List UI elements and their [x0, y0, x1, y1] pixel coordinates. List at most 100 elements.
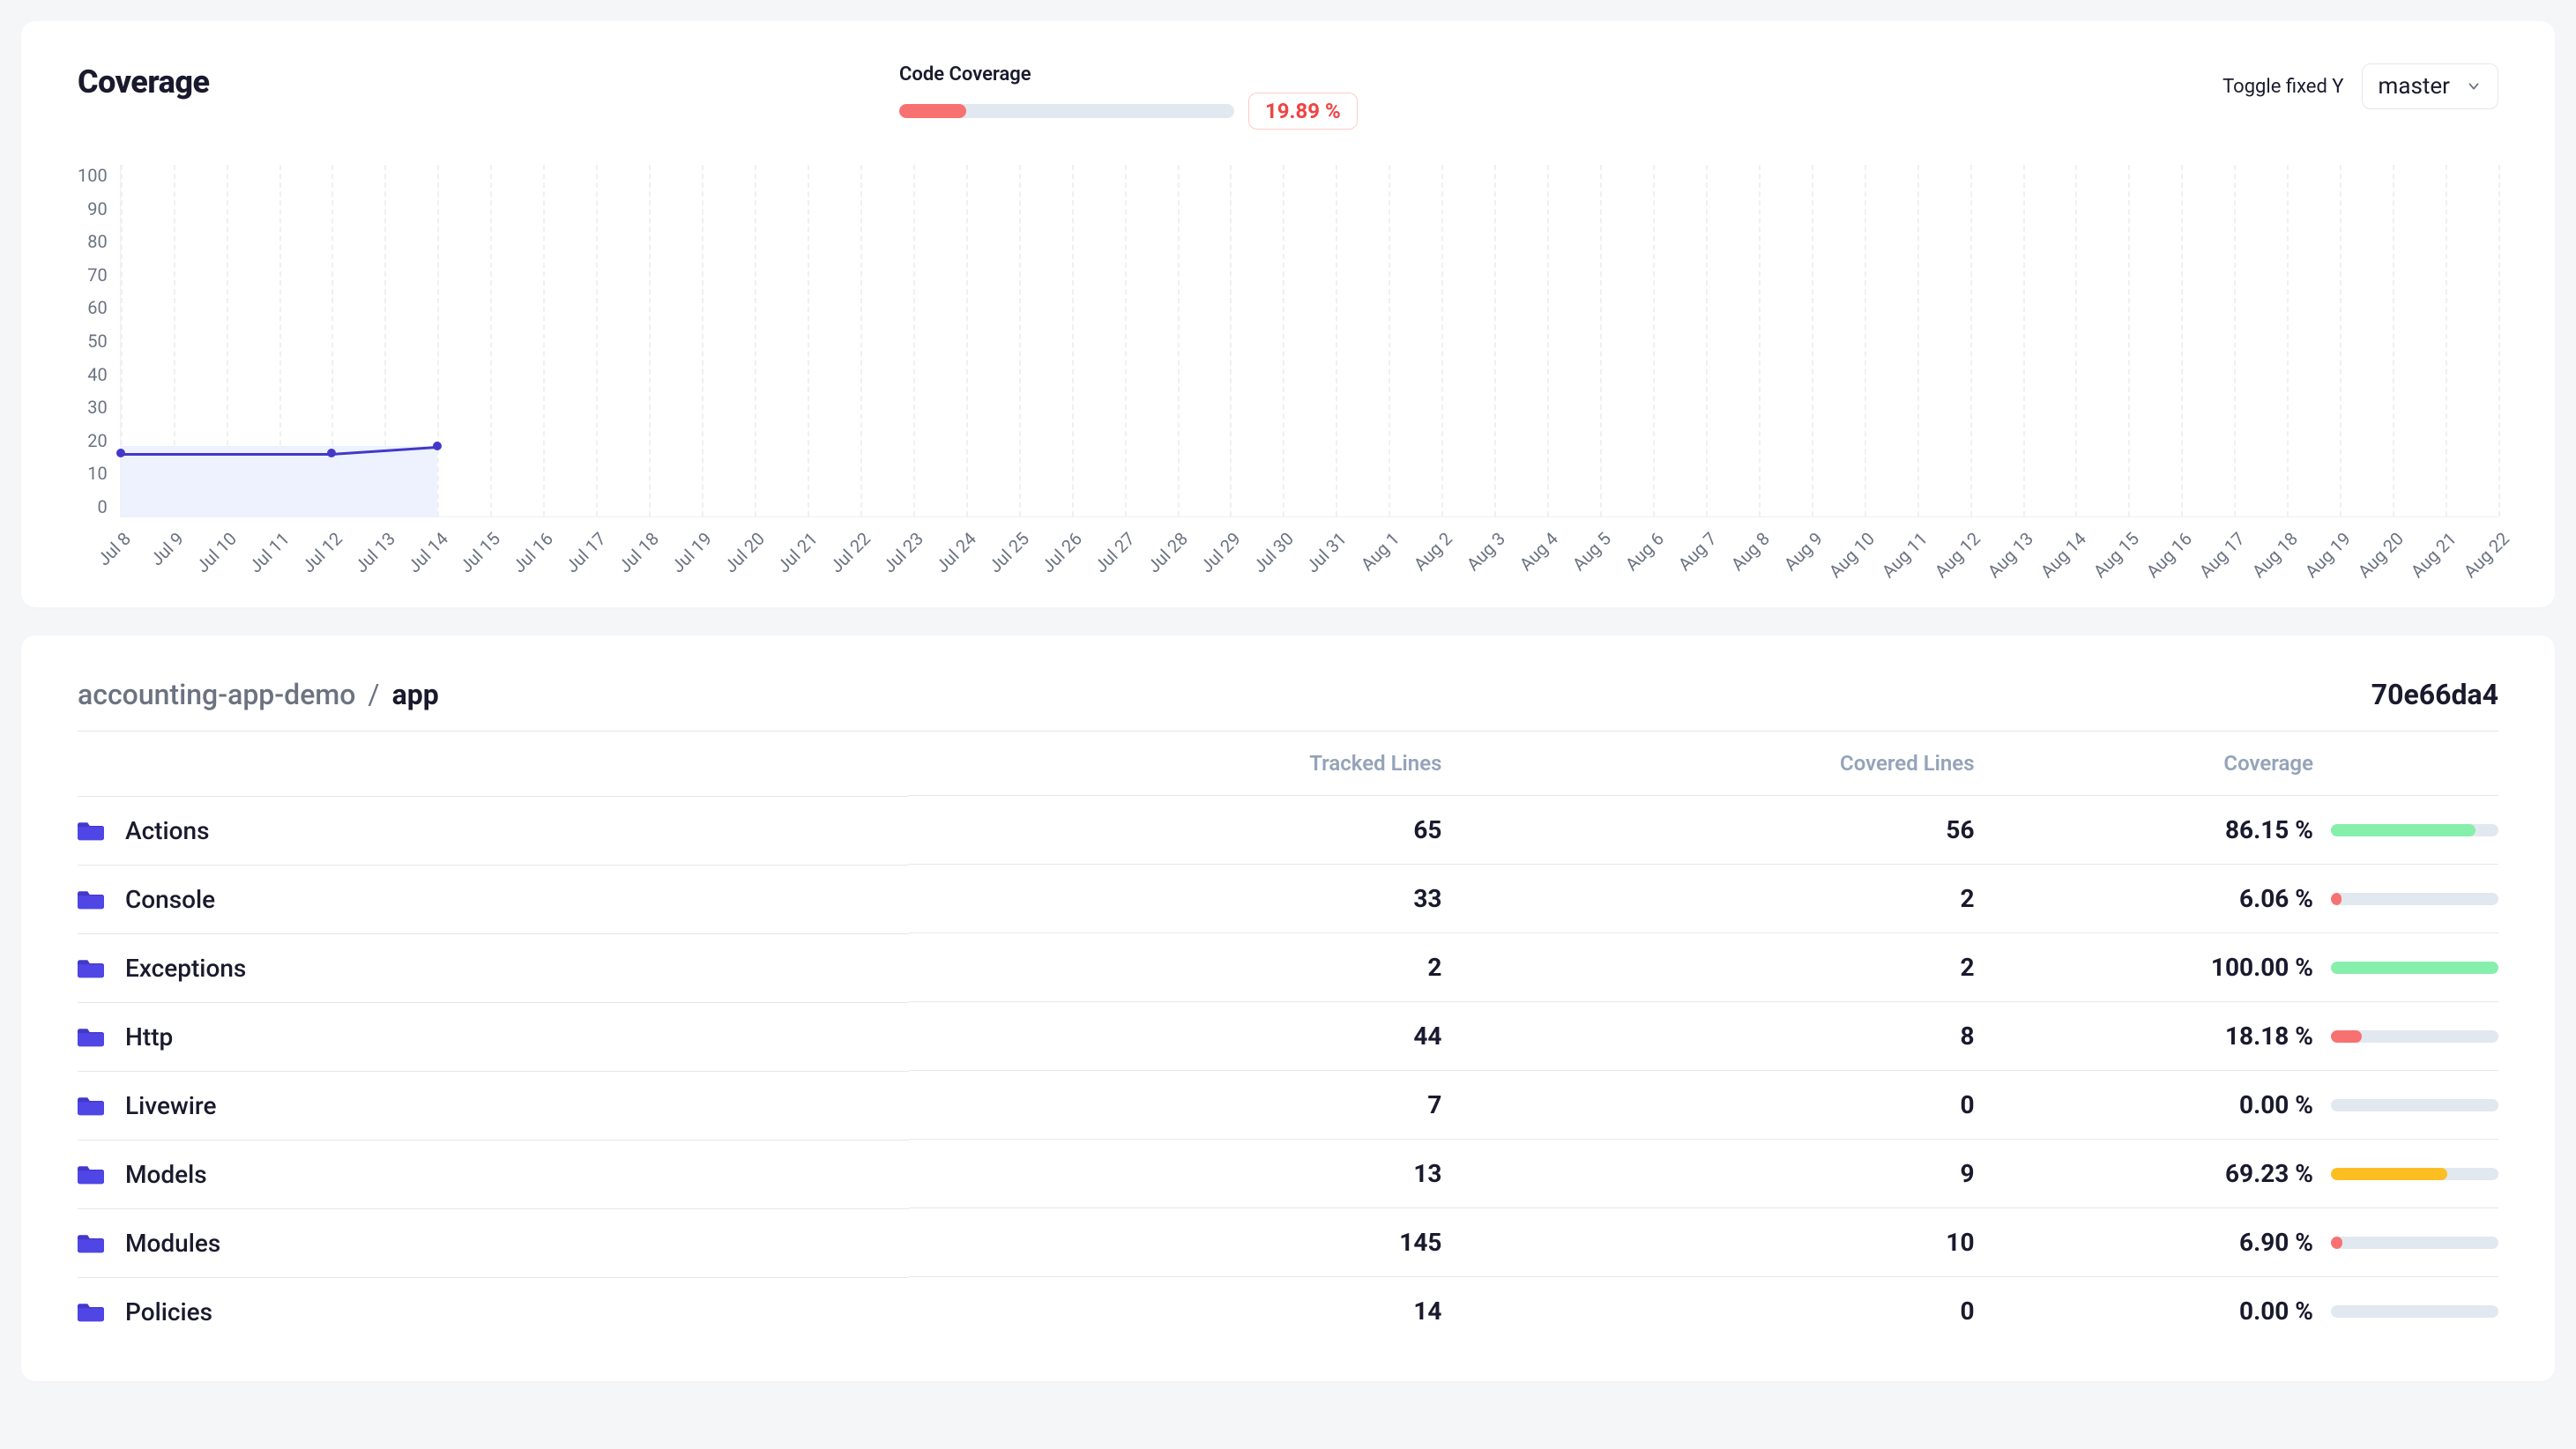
table-row[interactable]: Actions655686.15 %: [78, 796, 2498, 865]
gridline: [1441, 165, 1443, 516]
row-tracked: 44: [909, 1002, 1441, 1071]
x-tick: Jul 9: [145, 528, 187, 569]
gridline: [1812, 165, 1813, 516]
chart-data-point[interactable]: [327, 449, 336, 457]
col-covered[interactable]: Covered Lines: [1441, 732, 1974, 796]
x-tick: Jul 27: [1091, 528, 1139, 576]
table-row[interactable]: Console3326.06 %: [78, 865, 2498, 933]
row-coverage: 86.15 %: [1975, 796, 2313, 865]
branch-select[interactable]: master: [2362, 63, 2498, 109]
row-name-cell[interactable]: Console: [78, 865, 909, 933]
x-tick: Jul 19: [667, 528, 716, 576]
row-coverage-bar-fill: [2331, 824, 2475, 836]
col-coverage[interactable]: Coverage: [1975, 732, 2313, 796]
row-coverage: 18.18 %: [1975, 1002, 2313, 1071]
x-tick: Aug 14: [2036, 528, 2090, 582]
gridline: [1336, 165, 1337, 516]
folder-icon: [78, 1094, 104, 1117]
table-row[interactable]: Models13969.23 %: [78, 1140, 2498, 1208]
gridline: [2181, 165, 2183, 516]
row-name: Models: [125, 1160, 207, 1189]
row-name-cell[interactable]: Models: [78, 1140, 909, 1208]
row-coverage-bar: [2331, 824, 2498, 836]
x-tick: Aug 1: [1356, 528, 1403, 575]
row-tracked: 13: [909, 1140, 1441, 1208]
row-coverage: 6.90 %: [1975, 1208, 2313, 1277]
row-name-cell[interactable]: Exceptions: [78, 933, 909, 1002]
table-row[interactable]: Policies1400.00 %: [78, 1277, 2498, 1346]
x-tick: Aug 16: [2142, 528, 2196, 582]
x-tick: Jul 11: [244, 528, 293, 576]
row-coverage-bar-fill: [2331, 1237, 2342, 1249]
table-row[interactable]: Livewire700.00 %: [78, 1071, 2498, 1140]
overall-coverage-bar: [899, 104, 1234, 118]
col-tracked[interactable]: Tracked Lines: [909, 732, 1441, 796]
branch-select-value: master: [2379, 73, 2450, 100]
gridline: [1970, 165, 1972, 516]
gridline: [2075, 165, 2077, 516]
y-tick: 30: [87, 397, 107, 418]
gridline: [1494, 165, 1496, 516]
row-name-cell[interactable]: Actions: [78, 796, 909, 865]
table-row[interactable]: Modules145106.90 %: [78, 1208, 2498, 1277]
gridline: [437, 165, 439, 516]
gridline: [2393, 165, 2394, 516]
x-tick: Aug 3: [1462, 528, 1508, 575]
row-coverage-bar-fill: [2331, 893, 2341, 905]
breadcrumb-root[interactable]: accounting-app-demo: [78, 678, 355, 711]
table-row[interactable]: Http44818.18 %: [78, 1002, 2498, 1071]
x-tick: Aug 18: [2248, 528, 2302, 582]
row-coverage-bar: [2331, 1237, 2498, 1249]
gridline: [808, 165, 809, 516]
gridline: [2234, 165, 2236, 516]
row-name-cell[interactable]: Policies: [78, 1277, 909, 1346]
chart-data-point[interactable]: [116, 449, 125, 457]
row-tracked: 7: [909, 1071, 1441, 1140]
row-coverage: 6.06 %: [1975, 865, 2313, 933]
x-tick: Aug 21: [2407, 528, 2461, 582]
x-tick: Aug 5: [1567, 528, 1614, 575]
x-tick: Aug 8: [1726, 528, 1773, 575]
gridline: [2287, 165, 2289, 516]
x-tick: Jul 8: [93, 528, 134, 569]
row-bar-cell: [2313, 1208, 2498, 1277]
gridline: [1389, 165, 1390, 516]
row-tracked: 33: [909, 865, 1441, 933]
chart-plot[interactable]: [120, 165, 2498, 517]
y-tick: 0: [97, 496, 107, 517]
gridline: [596, 165, 598, 516]
toggle-fixed-y[interactable]: Toggle fixed Y: [2222, 76, 2343, 98]
row-bar-cell: [2313, 796, 2498, 865]
gridline: [2498, 165, 2500, 516]
row-name-cell[interactable]: Http: [78, 1002, 909, 1071]
row-name: Console: [125, 885, 215, 914]
chart-line-segment: [121, 453, 332, 456]
x-tick: Jul 31: [1301, 528, 1350, 576]
folder-icon: [78, 1163, 104, 1185]
table-row[interactable]: Exceptions22100.00 %: [78, 933, 2498, 1002]
row-coverage-bar-fill: [2331, 1168, 2447, 1180]
x-tick: Jul 25: [985, 528, 1033, 576]
row-name-cell[interactable]: Livewire: [78, 1071, 909, 1140]
gridline: [1917, 165, 1919, 516]
row-tracked: 14: [909, 1277, 1441, 1346]
row-coverage-bar: [2331, 962, 2498, 974]
x-tick: Aug 20: [2354, 528, 2408, 582]
commit-hash[interactable]: 70e66da4: [2371, 678, 2498, 711]
y-tick: 10: [87, 463, 107, 484]
folder-icon: [78, 888, 104, 910]
overall-coverage-percent: 19.89 %: [1248, 93, 1358, 130]
folder-icon: [78, 1300, 104, 1323]
row-coverage-bar: [2331, 1099, 2498, 1111]
row-name-cell[interactable]: Modules: [78, 1208, 909, 1277]
gridline: [1019, 165, 1021, 516]
x-tick: Aug 6: [1620, 528, 1667, 575]
x-tick: Jul 18: [614, 528, 663, 576]
y-tick: 20: [87, 430, 107, 451]
x-tick: Jul 10: [191, 528, 240, 576]
gridline: [860, 165, 862, 516]
x-tick: Jul 13: [350, 528, 398, 576]
row-bar-cell: [2313, 933, 2498, 1002]
chart-data-point[interactable]: [433, 442, 442, 450]
x-tick: Aug 7: [1673, 528, 1720, 575]
